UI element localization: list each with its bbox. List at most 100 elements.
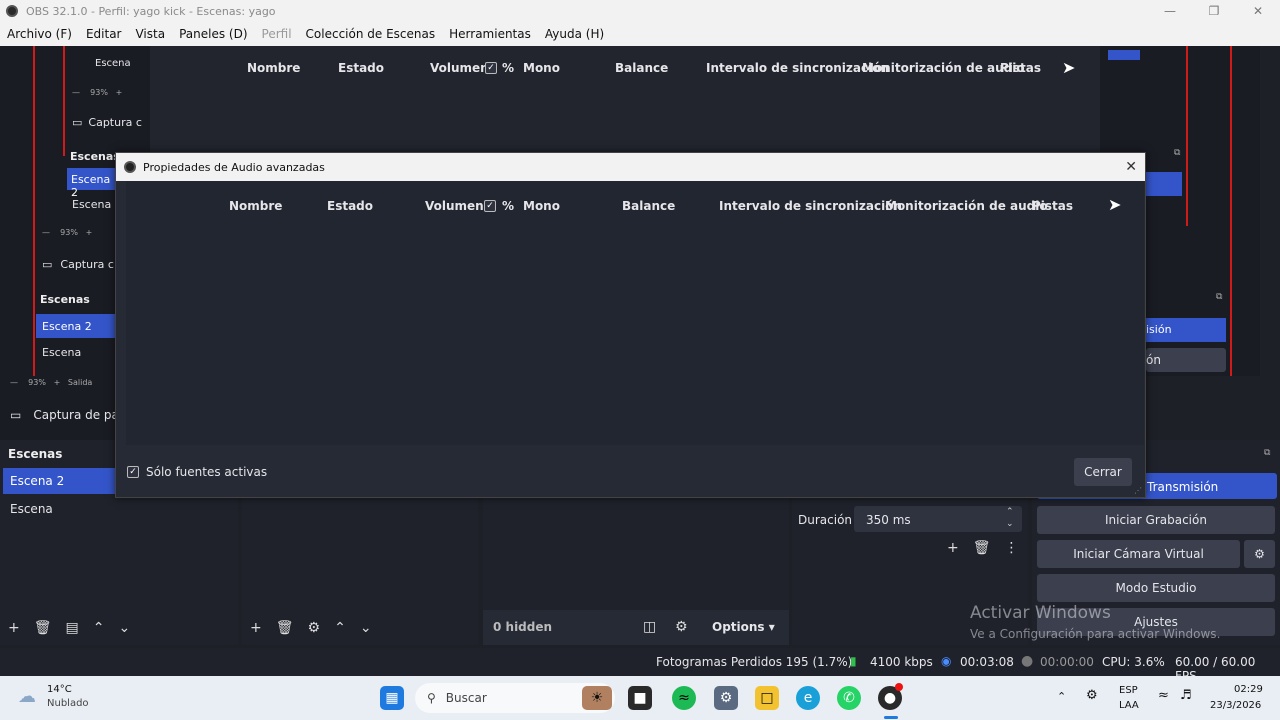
search-icon: ⚲	[427, 691, 436, 705]
input-layout[interactable]: LAA	[1119, 700, 1139, 711]
transition-controls: + 🗑 ⋮	[947, 540, 1019, 556]
menu-coleccion[interactable]: Colección de Escenas	[306, 27, 436, 41]
bg-col-percent: %	[502, 61, 515, 75]
menu-archivo[interactable]: Archivo (F)	[7, 27, 72, 41]
volume-icon[interactable]: ♬	[1180, 688, 1192, 703]
search-highlight-icon: ☀	[582, 686, 612, 710]
layout-icon[interactable]: ◫	[643, 619, 656, 635]
down-arrow-icon[interactable]: ⌄	[118, 620, 130, 636]
duration-input[interactable]: 350 ms	[854, 506, 1022, 532]
cloud-icon[interactable]: ☁	[18, 686, 36, 707]
trash-icon[interactable]: 🗑	[973, 540, 991, 556]
audio-table: Nombre Estado Volumen ✓ % Mono Balance I…	[126, 181, 1144, 445]
nested-capture-2: ▭ Captura c	[42, 258, 114, 271]
studio-mode-button[interactable]: Modo Estudio	[1037, 574, 1275, 602]
weather-desc[interactable]: Nublado	[47, 698, 89, 709]
red-border-line	[33, 46, 35, 376]
input-language[interactable]: ESP	[1119, 685, 1138, 696]
close-window-icon[interactable]: ✕	[1236, 0, 1280, 22]
add-icon[interactable]: +	[8, 620, 20, 636]
only-active-checkbox[interactable]: ✓	[127, 466, 139, 478]
nested-scene2-2: Escena 2	[36, 314, 116, 338]
dialog-title: Propiedades de Audio avanzadas	[143, 160, 325, 174]
right-blue-strip	[1108, 50, 1140, 60]
up-arrow-icon[interactable]: ⌃	[334, 620, 346, 636]
more-vertical-icon[interactable]: ⋮	[1005, 540, 1019, 556]
close-icon[interactable]: ✕	[1125, 159, 1137, 175]
watermark-subtitle: Ve a Configuración para activar Windows.	[970, 627, 1221, 641]
only-active-row[interactable]: ✓ Sólo fuentes activas	[127, 465, 267, 479]
col-nombre: Nombre	[229, 199, 283, 213]
nested-capture: ▭ Captura c	[72, 116, 142, 129]
whatsapp-icon[interactable]: ✆	[837, 686, 861, 710]
col-balance: Balance	[622, 199, 676, 213]
panel-float-icon: ⧉	[1174, 148, 1181, 158]
cpu-usage: CPU: 3.6%	[1102, 655, 1165, 669]
mouse-cursor-icon: ➤	[1108, 195, 1122, 214]
bg-col-volumen: Volumen	[430, 61, 489, 75]
menu-herramientas[interactable]: Herramientas	[449, 27, 531, 41]
weather-temp[interactable]: 14°C	[47, 684, 72, 695]
resize-grip-icon[interactable]: ⋰	[1134, 486, 1142, 495]
virtual-camera-gear-icon[interactable]: ⚙	[1244, 540, 1275, 568]
chevron-up-icon[interactable]: ⌃	[1057, 690, 1066, 703]
panel-float-icon: ⧉	[1216, 292, 1223, 302]
monitor-icon: ▭	[10, 408, 22, 422]
menu-vista[interactable]: Vista	[135, 27, 165, 41]
chevron-down-icon: ▾	[768, 620, 775, 634]
sources-controls: + 🗑 ⚙ ⌃ ⌄	[250, 620, 372, 636]
gear-icon[interactable]: ⚙	[308, 620, 321, 636]
nested-scene: Escena	[72, 198, 112, 211]
record-button[interactable]: Iniciar Grabación	[1037, 506, 1275, 534]
scene-item-escena[interactable]: Escena	[10, 502, 53, 516]
up-arrow-icon[interactable]: ⌃	[93, 620, 105, 636]
nested-scene-tag: Escena	[95, 58, 131, 69]
clock-time[interactable]: 02:29	[1234, 684, 1263, 695]
bg-col-balance: Balance	[615, 61, 669, 75]
close-button[interactable]: Cerrar	[1074, 458, 1132, 486]
windows-start-icon[interactable]: ▦	[380, 686, 404, 710]
audio-settings-icon[interactable]: ⚙	[675, 619, 688, 635]
bg-volume-checkbox: ✓	[485, 62, 497, 74]
trash-icon[interactable]: 🗑	[276, 620, 294, 636]
down-arrow-icon[interactable]: ⌄	[360, 620, 372, 636]
menu-perfil[interactable]: Perfil	[262, 27, 292, 41]
maximize-icon[interactable]: ❐	[1192, 0, 1236, 22]
right-partial-button: ón	[1146, 348, 1226, 372]
minimize-icon[interactable]: —	[1148, 0, 1192, 22]
settings-app-icon[interactable]: ⚙	[714, 686, 738, 710]
signal-icon: ▮	[850, 654, 857, 668]
menu-paneles[interactable]: Paneles (D)	[179, 27, 247, 41]
virtual-camera-button[interactable]: Iniciar Cámara Virtual	[1037, 540, 1240, 568]
menu-editar[interactable]: Editar	[86, 27, 122, 41]
task-view-icon[interactable]: ■	[628, 686, 652, 710]
add-icon[interactable]: +	[250, 620, 262, 636]
col-percent: %	[502, 199, 515, 213]
panel-float-icon[interactable]: ⧉	[1264, 448, 1270, 458]
watermark-title: Activar Windows	[970, 603, 1111, 623]
red-border-line	[1186, 46, 1188, 226]
window-title: OBS 32.1.0 - Perfil: yago kick - Escenas…	[26, 4, 276, 18]
clock-date[interactable]: 23/3/2026	[1210, 700, 1261, 711]
wifi-icon[interactable]: ≈	[1158, 688, 1169, 703]
monitor-icon: ▭	[42, 258, 53, 271]
add-icon[interactable]: +	[947, 540, 959, 556]
edge-icon[interactable]: e	[796, 686, 820, 710]
dropped-frames: Fotogramas Perdidos 195 (1.7%)	[656, 655, 853, 669]
file-explorer-icon[interactable]: □	[755, 686, 779, 710]
filter-icon[interactable]: ▤	[66, 620, 79, 636]
spotify-icon[interactable]: ≈	[672, 686, 696, 710]
volume-percent-checkbox[interactable]: ✓	[484, 200, 496, 212]
col-pistas: Pistas	[1032, 199, 1074, 213]
taskbar: ☁ 14°C Nublado ▦ ⚲ Buscar ☀ ■ ≈ ⚙ □ e ✆ ●…	[0, 676, 1280, 720]
trash-icon[interactable]: 🗑	[34, 620, 52, 636]
hidden-count: 0 hidden	[493, 620, 553, 634]
bitrate: 4100 kbps	[870, 655, 933, 669]
options-button[interactable]: Options ▾	[712, 620, 775, 634]
nested-scenes-header-2: Escenas	[40, 293, 90, 306]
vpn-icon[interactable]: ⚙	[1086, 688, 1098, 703]
menu-ayuda[interactable]: Ayuda (H)	[545, 27, 604, 41]
mouse-cursor-icon: ➤	[1062, 58, 1076, 77]
stepper-icon[interactable]: ⌃ ⌄	[1006, 506, 1014, 530]
right-partial-stream: isión	[1146, 318, 1226, 342]
